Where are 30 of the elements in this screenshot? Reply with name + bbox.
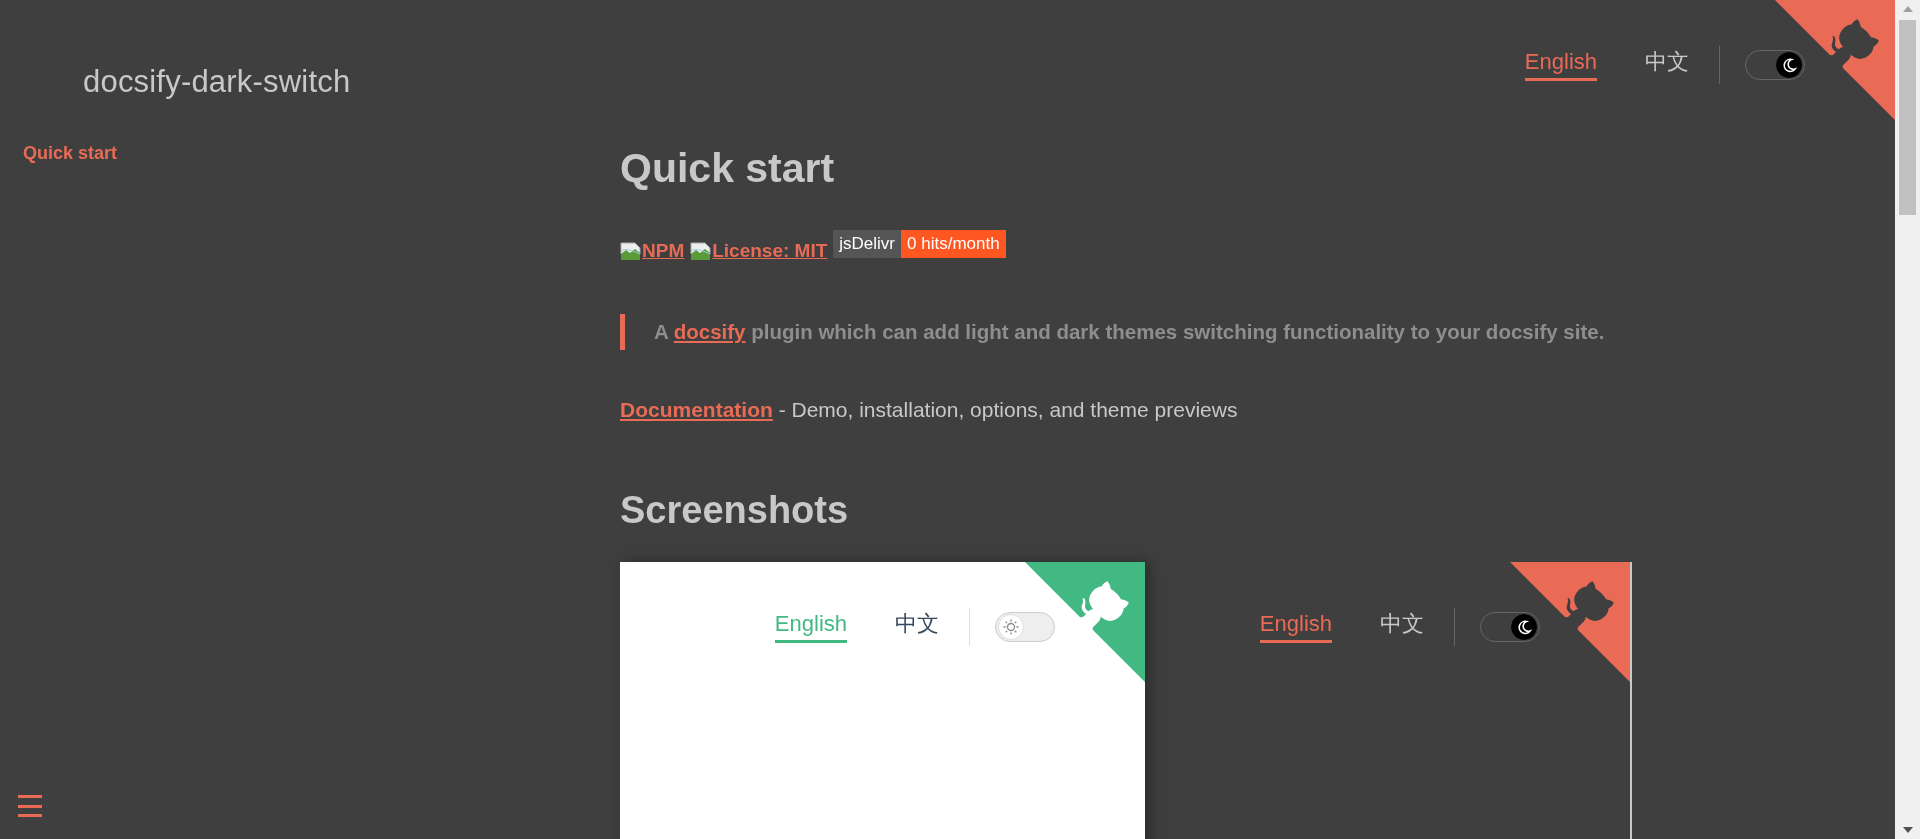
intro-text: A docsify plugin which can add light and dark themes switching functionality to your docsify site. [654,320,1606,344]
language-link[interactable]: English [1524,49,1597,81]
language-link[interactable]: 中文 [1380,611,1424,643]
menu-button[interactable] [16,793,44,819]
cat-corner-icon[interactable] [1510,562,1630,682]
sidebar-link[interactable]: Quick start [23,143,118,164]
language-link[interactable]: English [774,611,847,643]
badge-link[interactable]: License: MIT [712,240,828,262]
moon-icon [1511,614,1537,640]
documentation-link[interactable]: Documentation [620,398,773,421]
documentation-text: Documentation - Demo, installation, options, and theme previews [620,398,1239,422]
language-link[interactable]: 中文 [895,611,939,643]
scroll-down-icon[interactable] [1902,827,1913,833]
broken-image-icon [690,242,713,262]
cat-corner-icon[interactable] [1775,0,1895,120]
badge-count: 0 hits/month [901,230,1006,258]
site-title: docsify-dark-switch [83,64,351,100]
page-heading: Quick start [620,145,836,192]
broken-image-icon [620,242,642,262]
section-heading: Screenshots [620,489,850,532]
language-link[interactable]: 中文 [1645,49,1689,81]
theme-toggle[interactable] [1745,50,1805,80]
theme-toggle[interactable] [1480,612,1540,642]
badge-label: jsDelivr [833,230,902,258]
moon-icon [1776,52,1802,78]
language-link[interactable]: English [1259,611,1332,643]
docsify-link[interactable]: docsify [673,320,746,343]
badge-link[interactable]: NPM [642,240,685,262]
sun-icon [998,614,1024,640]
scrollbar-thumb[interactable] [1899,20,1916,215]
